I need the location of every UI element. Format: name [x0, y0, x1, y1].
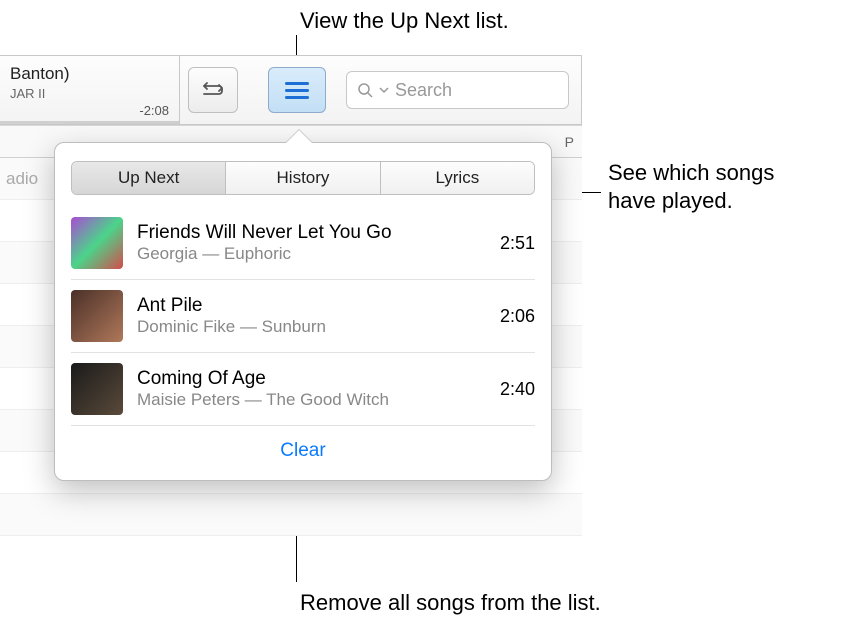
now-playing-remaining: -2:08 — [139, 103, 169, 118]
toolbar: Banton) JAR II -2:08 Search — [0, 55, 582, 125]
progress-bar[interactable] — [0, 121, 179, 124]
song-duration: 2:51 — [500, 233, 535, 254]
search-icon — [357, 82, 373, 98]
now-playing-panel: Banton) JAR II -2:08 — [0, 56, 180, 124]
song-info: Coming Of Age Maisie Peters — The Good W… — [137, 368, 486, 410]
sidebar-label-fragment: adio — [6, 169, 38, 189]
album-art — [71, 363, 123, 415]
album-art — [71, 290, 123, 342]
callout-top: View the Up Next list. — [300, 6, 509, 36]
column-header-right: P — [565, 134, 574, 150]
now-playing-subtitle: JAR II — [10, 86, 169, 101]
song-artist: Georgia — Euphoric — [137, 244, 486, 264]
tab-history[interactable]: History — [226, 162, 380, 194]
song-duration: 2:06 — [500, 306, 535, 327]
callout-right-1: See which songs — [608, 158, 774, 188]
bg-row — [0, 494, 582, 536]
tab-lyrics[interactable]: Lyrics — [381, 162, 534, 194]
list-item[interactable]: Ant Pile Dominic Fike — Sunburn 2:06 — [71, 280, 535, 353]
list-item[interactable]: Coming Of Age Maisie Peters — The Good W… — [71, 353, 535, 426]
song-artist: Maisie Peters — The Good Witch — [137, 390, 486, 410]
callout-bottom: Remove all songs from the list. — [300, 588, 601, 618]
song-artist: Dominic Fike — Sunburn — [137, 317, 486, 337]
callout-right-2: have played. — [608, 186, 733, 216]
repeat-icon — [200, 81, 226, 99]
up-next-button[interactable] — [268, 67, 326, 113]
repeat-button[interactable] — [188, 67, 238, 113]
song-info: Ant Pile Dominic Fike — Sunburn — [137, 295, 486, 337]
popover-arrow — [286, 130, 312, 143]
song-list: Friends Will Never Let You Go Georgia — … — [71, 207, 535, 426]
clear-button[interactable]: Clear — [55, 426, 551, 480]
up-next-popover: Up Next History Lyrics Friends Will Neve… — [54, 142, 552, 481]
song-title: Ant Pile — [137, 295, 486, 317]
album-art — [71, 217, 123, 269]
song-title: Coming Of Age — [137, 368, 486, 390]
chevron-down-icon — [379, 85, 389, 95]
tab-up-next[interactable]: Up Next — [72, 162, 226, 194]
song-title: Friends Will Never Let You Go — [137, 222, 486, 244]
song-duration: 2:40 — [500, 379, 535, 400]
search-placeholder: Search — [395, 80, 452, 101]
song-info: Friends Will Never Let You Go Georgia — … — [137, 222, 486, 264]
list-icon — [283, 80, 311, 100]
now-playing-title: Banton) — [10, 64, 169, 84]
search-input[interactable]: Search — [346, 71, 569, 109]
list-item[interactable]: Friends Will Never Let You Go Georgia — … — [71, 207, 535, 280]
segmented-control: Up Next History Lyrics — [71, 161, 535, 195]
